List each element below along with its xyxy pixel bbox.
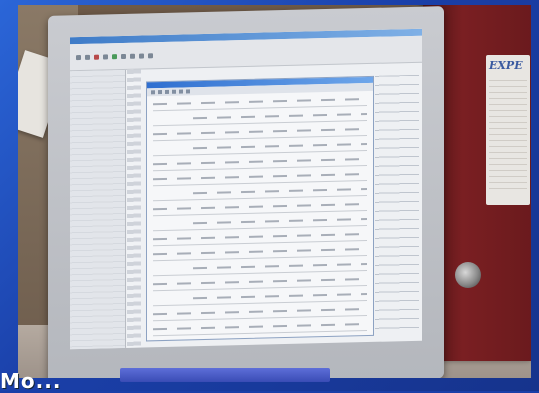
binder-ring-icon	[455, 262, 481, 288]
document-window	[146, 75, 374, 342]
form-row	[153, 318, 367, 337]
toolbar-icon	[94, 54, 99, 60]
slide-caption: Мо...	[0, 369, 62, 393]
binder-label: EXPE	[486, 55, 530, 205]
doc-toolbar-icon	[186, 89, 190, 94]
toolbar-icon	[139, 52, 144, 59]
toolbar-icon	[121, 53, 126, 59]
doc-toolbar-icon	[165, 89, 169, 94]
doc-toolbar-icon	[179, 89, 183, 94]
line-gutter	[127, 69, 141, 348]
toolbar-icon	[130, 53, 135, 59]
toolbar-icon	[76, 54, 81, 60]
doc-toolbar-icon	[158, 90, 162, 95]
photo: EXPE	[18, 5, 531, 378]
doc-toolbar-icon	[172, 89, 176, 94]
code-lines	[375, 74, 419, 334]
toolbar-icon	[103, 53, 108, 59]
binder-label-lines	[489, 80, 527, 190]
toolbar-icon	[112, 53, 117, 59]
left-pane	[70, 69, 126, 350]
binder-label-text: EXPE	[489, 59, 523, 72]
toolbar-icon	[85, 54, 90, 60]
monitor-screen	[70, 28, 422, 350]
doc-toolbar-icon	[151, 90, 155, 95]
monitor	[48, 6, 444, 378]
monitor-stand	[120, 368, 330, 382]
toolbar-icon	[148, 52, 153, 58]
